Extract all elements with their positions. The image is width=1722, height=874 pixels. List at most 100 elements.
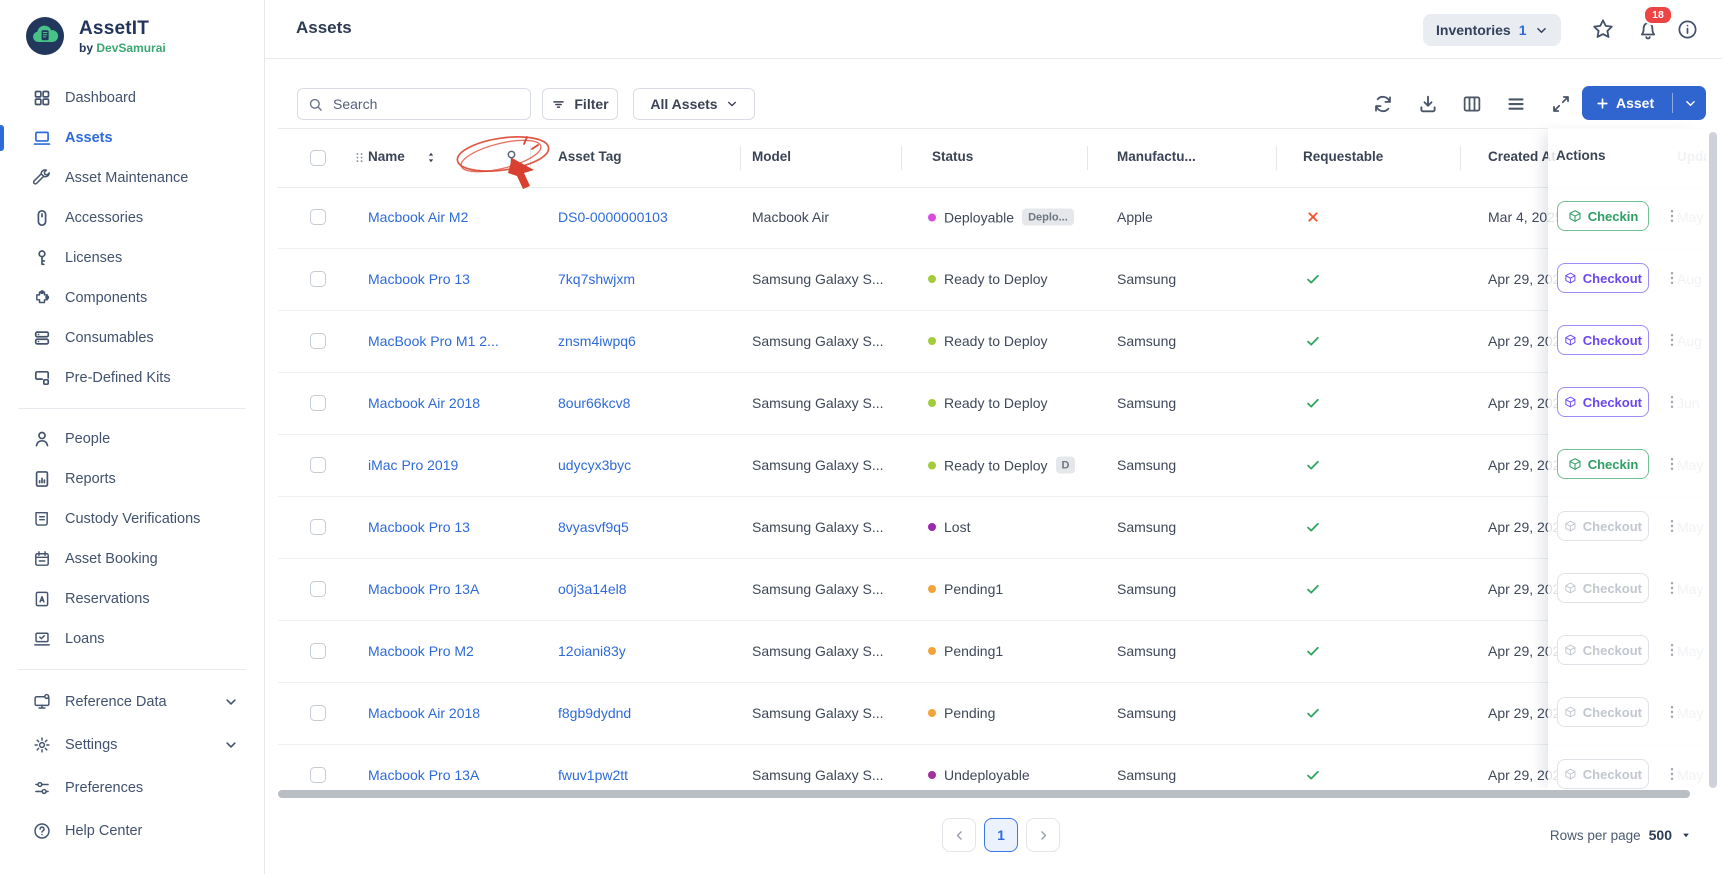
- expand-icon[interactable]: [1551, 94, 1571, 114]
- inventories-button[interactable]: Inventories 1: [1423, 14, 1561, 46]
- row-checkbox[interactable]: [310, 705, 326, 721]
- asset-name-link[interactable]: Macbook Pro 13: [368, 519, 470, 535]
- sort-icon[interactable]: [424, 150, 438, 165]
- rows-per-page-dropdown[interactable]: Rows per page 500: [1550, 827, 1692, 843]
- sidebar-item-accessories[interactable]: Accessories: [0, 198, 264, 238]
- add-asset-button[interactable]: Asset: [1582, 86, 1706, 120]
- search-input-wrap[interactable]: [297, 88, 531, 120]
- asset-tag-link[interactable]: znsm4iwpq6: [558, 333, 636, 349]
- row-checkbox[interactable]: [310, 457, 326, 473]
- row-checkbox[interactable]: [310, 581, 326, 597]
- checkout-button[interactable]: Checkout: [1557, 635, 1649, 665]
- sidebar-item-reference-data[interactable]: Reference Data: [0, 680, 264, 723]
- column-header-requestable[interactable]: Requestable: [1303, 149, 1383, 164]
- column-header-name[interactable]: Name: [368, 149, 405, 164]
- asset-name-link[interactable]: Macbook Air 2018: [368, 395, 480, 411]
- checkin-button[interactable]: Checkin: [1557, 449, 1649, 479]
- sidebar-item-reservations[interactable]: Reservations: [0, 579, 264, 619]
- checkout-button[interactable]: Checkout: [1557, 325, 1649, 355]
- row-menu-icon[interactable]: [1664, 518, 1680, 534]
- sidebar-item-asset-booking[interactable]: Asset Booking: [0, 539, 264, 579]
- asset-name-link[interactable]: Macbook Air 2018: [368, 705, 480, 721]
- sidebar-item-loans[interactable]: Loans: [0, 619, 264, 659]
- star-icon[interactable]: [1592, 18, 1614, 40]
- sidebar-item-components[interactable]: Components: [0, 278, 264, 318]
- asset-tag-link[interactable]: f8gb9dydnd: [558, 705, 631, 721]
- sidebar-item-dashboard[interactable]: Dashboard: [0, 78, 264, 118]
- checkout-button[interactable]: Checkout: [1557, 387, 1649, 417]
- refresh-icon[interactable]: [1373, 94, 1393, 114]
- row-menu-icon[interactable]: [1664, 766, 1680, 782]
- add-asset-menu-icon[interactable]: [1684, 97, 1697, 110]
- download-icon[interactable]: [1418, 94, 1438, 114]
- columns-icon[interactable]: [1462, 94, 1482, 114]
- checkout-button[interactable]: Checkout: [1557, 511, 1649, 541]
- asset-name-link[interactable]: Macbook Air M2: [368, 209, 468, 225]
- sidebar-item-people[interactable]: People: [0, 419, 264, 459]
- checkout-button[interactable]: Checkout: [1557, 759, 1649, 789]
- checkout-button[interactable]: Checkout: [1557, 697, 1649, 727]
- next-page-button[interactable]: [1026, 818, 1060, 852]
- asset-tag-link[interactable]: DS0-0000000103: [558, 209, 668, 225]
- row-menu-icon[interactable]: [1664, 394, 1680, 410]
- asset-name-link[interactable]: Macbook Pro 13A: [368, 581, 479, 597]
- sidebar-item-pre-defined-kits[interactable]: Pre-Defined Kits: [0, 358, 264, 398]
- page-1-button[interactable]: 1: [984, 818, 1018, 852]
- search-input[interactable]: [331, 95, 520, 113]
- sidebar-item-consumables[interactable]: Consumables: [0, 318, 264, 358]
- row-checkbox[interactable]: [310, 643, 326, 659]
- row-menu-icon[interactable]: [1664, 580, 1680, 596]
- select-all-checkbox[interactable]: [310, 150, 326, 166]
- asset-tag-link[interactable]: o0j3a14el8: [558, 581, 627, 597]
- sidebar-item-reports[interactable]: Reports: [0, 459, 264, 499]
- row-menu-icon[interactable]: [1664, 456, 1680, 472]
- asset-tag-link[interactable]: udycyx3byc: [558, 457, 631, 473]
- prev-page-button[interactable]: [942, 818, 976, 852]
- drag-handle-icon[interactable]: [352, 150, 367, 165]
- sidebar-item-settings[interactable]: Settings: [0, 723, 264, 766]
- row-menu-icon[interactable]: [1664, 642, 1680, 658]
- asset-tag-link[interactable]: 12oiani83y: [558, 643, 626, 659]
- row-menu-icon[interactable]: [1664, 704, 1680, 720]
- row-checkbox[interactable]: [310, 395, 326, 411]
- column-header-manufacturer[interactable]: Manufactu...: [1117, 149, 1196, 164]
- checkin-button[interactable]: Checkin: [1557, 201, 1649, 231]
- row-menu-icon[interactable]: [1664, 332, 1680, 348]
- asset-tag-link[interactable]: 8our66kcv8: [558, 395, 630, 411]
- column-header-status[interactable]: Status: [932, 149, 973, 164]
- checkout-button[interactable]: Checkout: [1557, 263, 1649, 293]
- sidebar-item-assets[interactable]: Assets: [0, 118, 264, 158]
- asset-tag-link[interactable]: 7kq7shwjxm: [558, 271, 635, 287]
- asset-name-link[interactable]: MacBook Pro M1 2...: [368, 333, 499, 349]
- vertical-scrollbar[interactable]: [1709, 132, 1717, 788]
- sidebar-item-asset-maintenance[interactable]: Asset Maintenance: [0, 158, 264, 198]
- asset-name-link[interactable]: Macbook Pro M2: [368, 643, 474, 659]
- column-header-model[interactable]: Model: [752, 149, 791, 164]
- sidebar-item-label: Accessories: [65, 210, 143, 226]
- column-header-asset-tag[interactable]: Asset Tag: [558, 149, 622, 164]
- asset-name-link[interactable]: Macbook Pro 13A: [368, 767, 479, 783]
- horizontal-scrollbar[interactable]: [278, 790, 1690, 798]
- filter-button[interactable]: Filter: [542, 88, 618, 120]
- asset-scope-dropdown[interactable]: All Assets: [633, 88, 755, 120]
- row-checkbox[interactable]: [310, 209, 326, 225]
- info-icon[interactable]: [1677, 19, 1698, 40]
- row-menu-icon[interactable]: [1664, 270, 1680, 286]
- checkout-button[interactable]: Checkout: [1557, 573, 1649, 603]
- sidebar-item-preferences[interactable]: Preferences: [0, 766, 264, 809]
- row-checkbox[interactable]: [310, 271, 326, 287]
- row-checkbox[interactable]: [310, 767, 326, 783]
- column-header-created[interactable]: Created At: [1488, 149, 1556, 164]
- sidebar-item-custody-verifications[interactable]: Custody Verifications: [0, 499, 264, 539]
- sidebar-item-licenses[interactable]: Licenses: [0, 238, 264, 278]
- asset-name-link[interactable]: iMac Pro 2019: [368, 457, 458, 473]
- pin-column-icon[interactable]: [503, 149, 520, 166]
- row-menu-icon[interactable]: [1664, 208, 1680, 224]
- asset-name-link[interactable]: Macbook Pro 13: [368, 271, 470, 287]
- row-density-icon[interactable]: [1506, 94, 1526, 114]
- asset-tag-link[interactable]: 8vyasvf9q5: [558, 519, 629, 535]
- row-checkbox[interactable]: [310, 333, 326, 349]
- sidebar-item-help-center[interactable]: Help Center: [0, 809, 264, 852]
- row-checkbox[interactable]: [310, 519, 326, 535]
- asset-tag-link[interactable]: fwuv1pw2tt: [558, 767, 628, 783]
